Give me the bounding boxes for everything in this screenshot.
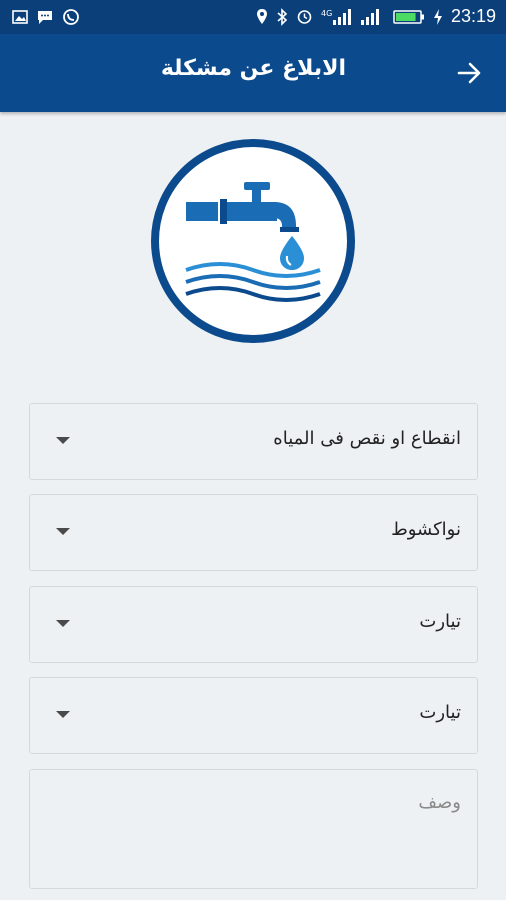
arrow-right-icon[interactable] <box>454 58 484 88</box>
description-placeholder: وصف <box>418 792 461 813</box>
description-field[interactable]: وصف <box>29 769 478 889</box>
district-value: تيارت <box>419 611 461 632</box>
dropdown-arrow-icon <box>56 528 70 535</box>
whatsapp-icon <box>63 9 79 25</box>
clock: 23:19 <box>450 6 496 26</box>
bluetooth-icon <box>277 7 288 26</box>
location-icon <box>256 9 267 24</box>
app-bar: الابلاغ عن مشكلة <box>0 34 506 112</box>
district-select[interactable]: تيارت <box>29 586 478 663</box>
battery-icon <box>393 9 424 24</box>
network-type-label: 4G <box>321 9 332 18</box>
chat-icon <box>38 11 52 24</box>
water-tap-icon <box>151 139 355 343</box>
status-right-icons: 4G 23:19 <box>256 6 496 27</box>
status-bar: 4G 23:19 <box>0 0 506 34</box>
problem-type-select[interactable]: انقطاع او نقص فى المياه <box>29 403 478 480</box>
image-icon <box>12 10 28 24</box>
problem-type-value: انقطاع او نقص فى المياه <box>273 428 461 449</box>
city-value: نواكشوط <box>391 519 461 540</box>
city-select[interactable]: نواكشوط <box>29 494 478 571</box>
page-title: الابلاغ عن مشكلة <box>160 56 346 81</box>
dropdown-arrow-icon <box>56 711 70 718</box>
charging-icon <box>433 8 442 25</box>
status-left-icons <box>12 8 80 26</box>
area-select[interactable]: تيارت <box>29 677 478 754</box>
dropdown-arrow-icon <box>56 437 70 444</box>
dropdown-arrow-icon <box>56 620 70 627</box>
area-value: تيارت <box>419 702 461 723</box>
signal-icon: 4G <box>321 8 351 25</box>
signal-icon <box>360 8 379 25</box>
alarm-icon <box>297 10 312 24</box>
